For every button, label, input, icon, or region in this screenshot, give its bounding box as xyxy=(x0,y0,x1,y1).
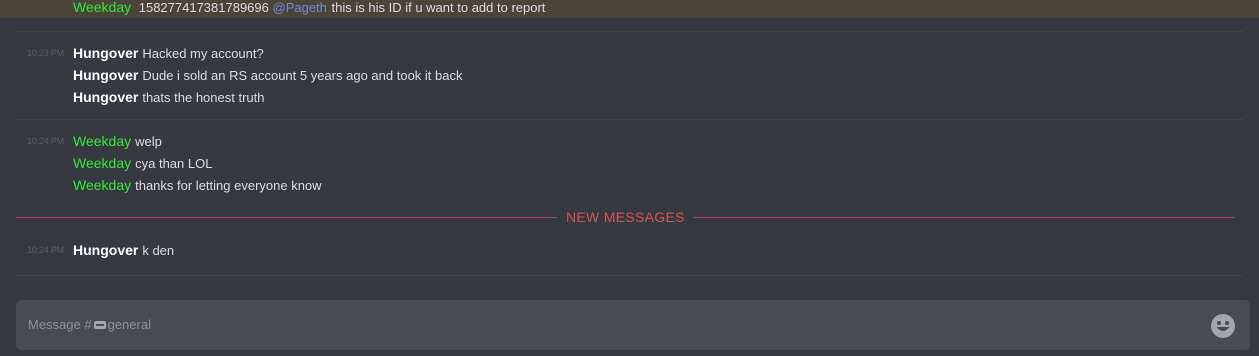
author-name[interactable]: Weekday xyxy=(73,177,131,193)
message-input[interactable] xyxy=(28,300,1188,350)
timestamp: 10:23 PM xyxy=(27,48,64,58)
message-text: k den xyxy=(142,243,175,258)
new-messages-divider: NEW MESSAGES xyxy=(16,208,1235,226)
message-body: Weekday thanks for letting everyone know xyxy=(73,174,322,197)
group-divider xyxy=(16,275,1243,276)
message: Weekday cya than LOL xyxy=(0,152,1259,174)
group-divider xyxy=(16,31,1243,32)
author-name[interactable]: Hungover xyxy=(73,67,138,83)
timestamp: 10:24 PM xyxy=(27,245,64,255)
message-body: Hungover k den xyxy=(73,239,174,262)
user-mention[interactable]: @Pageth xyxy=(273,0,327,15)
timestamp: 10:24 PM xyxy=(27,136,64,146)
message-body: Weekday welp xyxy=(73,130,162,153)
author-name[interactable]: Weekday xyxy=(73,133,131,149)
new-messages-rule-left xyxy=(16,217,557,218)
author-name[interactable]: Weekday xyxy=(73,155,131,171)
highlighted-message: Weekday 158277417381789696 @Pageth this … xyxy=(0,0,1259,18)
message: Hungover thats the honest truth xyxy=(0,86,1259,108)
message-body: Hungover Dude i sold an RS account 5 year… xyxy=(73,64,462,87)
message: 10:24 PM Weekday welp xyxy=(0,130,1259,152)
message-text-before: 158277417381789696 xyxy=(138,0,269,15)
message-body: Hungover thats the honest truth xyxy=(73,86,264,109)
message-text: cya than LOL xyxy=(135,156,213,171)
message-text: Dude i sold an RS account 5 years ago an… xyxy=(142,68,463,83)
message: Weekday thanks for letting everyone know xyxy=(0,174,1259,196)
author-name[interactable]: Hungover xyxy=(73,45,138,61)
message-text: welp xyxy=(135,134,162,149)
message-body: Weekday 158277417381789696 @Pageth this … xyxy=(73,0,545,19)
message: 10:23 PM Hungover Hacked my account? xyxy=(0,42,1259,64)
new-messages-label: NEW MESSAGES xyxy=(566,209,685,225)
message-body: Weekday cya than LOL xyxy=(73,152,212,175)
new-messages-rule-right xyxy=(693,217,1235,218)
message: Hungover Dude i sold an RS account 5 year… xyxy=(0,64,1259,86)
message-composer: Message # general xyxy=(16,300,1250,350)
author-name[interactable]: Weekday xyxy=(73,0,131,15)
message-text: thats the honest truth xyxy=(142,90,265,105)
author-name[interactable]: Hungover xyxy=(73,242,138,258)
chat-window: Weekday 158277417381789696 @Pageth this … xyxy=(0,0,1259,356)
group-divider xyxy=(16,119,1243,120)
message: 10:24 PM Hungover k den xyxy=(0,239,1259,261)
message-text: Hacked my account? xyxy=(142,46,264,61)
author-name[interactable]: Hungover xyxy=(73,89,138,105)
message-body: Hungover Hacked my account? xyxy=(73,42,264,65)
message-text-after: this is his ID if u want to add to repor… xyxy=(331,0,546,15)
emoji-picker-icon[interactable] xyxy=(1210,313,1236,339)
message-text: thanks for letting everyone know xyxy=(135,178,322,193)
